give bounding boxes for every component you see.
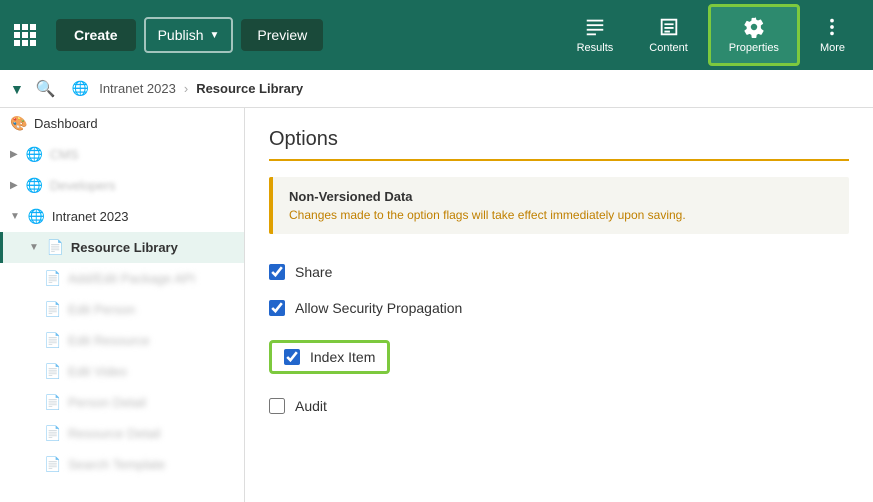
child-page-icon: 📄 xyxy=(44,270,60,287)
audit-label: Audit xyxy=(295,398,327,414)
info-box: Non-Versioned Data Changes made to the o… xyxy=(269,177,849,234)
checkbox-audit-row: Audit xyxy=(269,388,849,424)
dev-globe-icon: 🌐 xyxy=(26,177,42,194)
breadcrumb-parent: Intranet 2023 xyxy=(99,81,176,96)
checkbox-security-row: Allow Security Propagation xyxy=(269,290,849,326)
info-box-text: Changes made to the option flags will ta… xyxy=(289,208,833,222)
expand-arrow-icon: ▼ xyxy=(10,211,20,222)
breadcrumb-separator: › xyxy=(184,81,188,96)
intranet-globe-icon: 🌐 xyxy=(28,208,44,225)
sidebar-item-resource-library[interactable]: ▼ 📄 Resource Library xyxy=(0,232,244,263)
sidebar-item-label: Resource Detail xyxy=(68,426,161,441)
share-checkbox[interactable] xyxy=(269,264,285,280)
toolbar-icons: Results Content Properties More xyxy=(559,0,863,70)
index-item-checkbox[interactable] xyxy=(284,349,300,365)
content-icon xyxy=(658,16,680,38)
sidebar-item-intranet[interactable]: ▼ 🌐 Intranet 2023 xyxy=(0,201,244,232)
sidebar-item-label: CMS xyxy=(50,147,79,162)
sidebar-item-label: Intranet 2023 xyxy=(52,209,129,224)
sidebar-item-child5[interactable]: 📄 Person Detail xyxy=(0,387,244,418)
info-box-title: Non-Versioned Data xyxy=(289,189,833,204)
sidebar-item-child7[interactable]: 📄 Search Template xyxy=(0,449,244,480)
search-icon[interactable]: 🔍 xyxy=(36,79,56,99)
child-page-icon: 📄 xyxy=(44,394,60,411)
allow-security-checkbox[interactable] xyxy=(269,300,285,316)
toolbar: Create Publish ▼ Preview Results Content… xyxy=(0,0,873,70)
properties-icon-item[interactable]: Properties xyxy=(708,4,800,66)
globe-icon: 🌐 xyxy=(72,80,89,97)
breadcrumb-current: Resource Library xyxy=(196,81,303,96)
child-page-icon: 📄 xyxy=(44,456,60,473)
preview-button[interactable]: Preview xyxy=(241,19,323,51)
sidebar-item-label: Edit Person xyxy=(68,302,135,317)
checkbox-share-row: Share xyxy=(269,254,849,290)
sidebar-item-label: Edit Resource xyxy=(68,333,150,348)
sidebar-item-child4[interactable]: 📄 Edit Video xyxy=(0,356,244,387)
child-page-icon: 📄 xyxy=(44,301,60,318)
sidebar-item-child1[interactable]: 📄 Add/Edit Package API xyxy=(0,263,244,294)
share-label: Share xyxy=(295,264,332,280)
expand-arrow-icon: ▶ xyxy=(10,180,18,191)
properties-icon xyxy=(743,16,765,38)
checkbox-index-row: Index Item xyxy=(269,326,849,388)
results-icon xyxy=(584,16,606,38)
sidebar-item-label: Person Detail xyxy=(68,395,146,410)
sidebar-item-dashboard[interactable]: 🎨 Dashboard xyxy=(0,108,244,139)
cms-globe-icon: 🌐 xyxy=(26,146,42,163)
results-icon-item[interactable]: Results xyxy=(559,0,632,70)
main-layout: 🎨 Dashboard ▶ 🌐 CMS ▶ 🌐 Developers ▼ 🌐 I… xyxy=(0,108,873,502)
index-item-label: Index Item xyxy=(310,349,375,365)
content-area: Options Non-Versioned Data Changes made … xyxy=(245,108,873,502)
publish-button[interactable]: Publish ▼ xyxy=(144,17,234,53)
sidebar-item-label: Add/Edit Package API xyxy=(68,271,195,286)
resource-library-icon: 📄 xyxy=(47,239,63,256)
sidebar-item-label: Edit Video xyxy=(68,364,127,379)
more-icon-item[interactable]: More xyxy=(802,0,863,70)
audit-checkbox[interactable] xyxy=(269,398,285,414)
more-icon xyxy=(821,16,843,38)
sidebar-item-child6[interactable]: 📄 Resource Detail xyxy=(0,418,244,449)
breadcrumb-bar: ▼ 🔍 🌐 Intranet 2023 › Resource Library xyxy=(0,70,873,108)
child-page-icon: 📄 xyxy=(44,425,60,442)
sidebar-item-child2[interactable]: 📄 Edit Person xyxy=(0,294,244,325)
sidebar-item-label: Dashboard xyxy=(34,116,98,131)
sidebar-item-label: Resource Library xyxy=(71,240,178,255)
index-item-highlight-box: Index Item xyxy=(269,340,390,374)
expand-arrow-icon: ▼ xyxy=(29,242,39,253)
publish-arrow-icon: ▼ xyxy=(210,30,220,41)
sidebar: 🎨 Dashboard ▶ 🌐 CMS ▶ 🌐 Developers ▼ 🌐 I… xyxy=(0,108,245,502)
sidebar-item-label: Search Template xyxy=(68,457,165,472)
content-icon-item[interactable]: Content xyxy=(631,0,706,70)
sidebar-toggle[interactable]: ▼ xyxy=(10,81,24,97)
child-page-icon: 📄 xyxy=(44,363,60,380)
expand-arrow-icon: ▶ xyxy=(10,149,18,160)
sidebar-item-cms[interactable]: ▶ 🌐 CMS xyxy=(0,139,244,170)
page-title: Options xyxy=(269,128,849,161)
child-page-icon: 📄 xyxy=(44,332,60,349)
sidebar-item-label: Developers xyxy=(50,178,116,193)
allow-security-label: Allow Security Propagation xyxy=(295,300,462,316)
sidebar-item-developers[interactable]: ▶ 🌐 Developers xyxy=(0,170,244,201)
dashboard-icon: 🎨 xyxy=(10,115,26,132)
grid-icon[interactable] xyxy=(10,20,40,50)
create-button[interactable]: Create xyxy=(56,19,136,51)
sidebar-item-child3[interactable]: 📄 Edit Resource xyxy=(0,325,244,356)
